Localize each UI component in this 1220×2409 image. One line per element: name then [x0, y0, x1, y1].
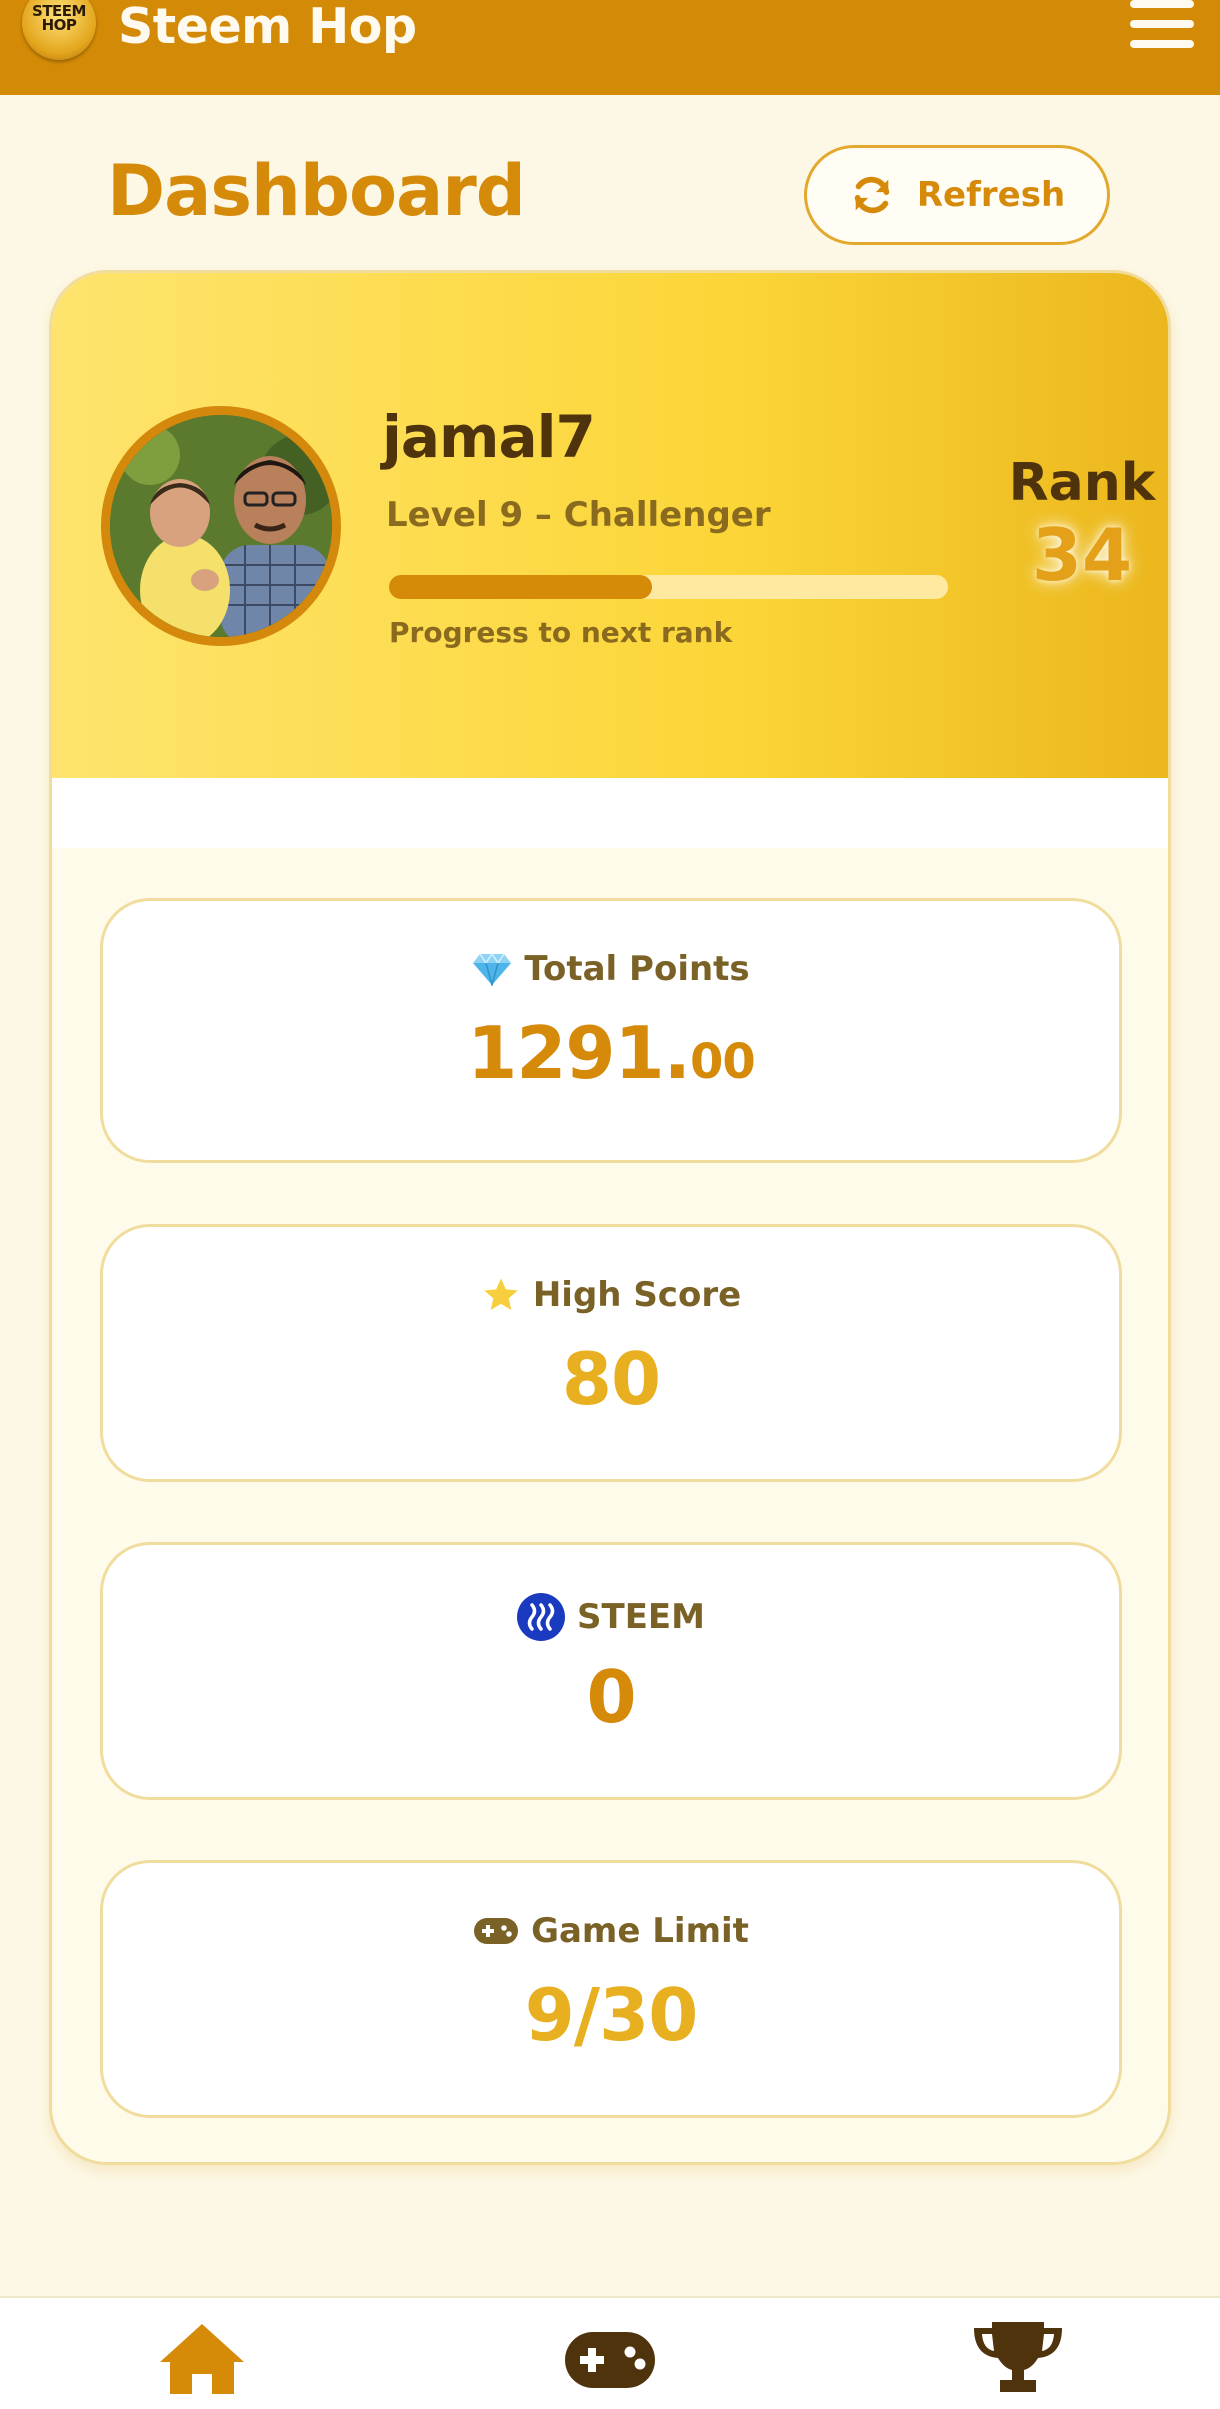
- hero-divider: [52, 778, 1168, 848]
- stat-value-game-limit: 9/30: [103, 1973, 1119, 2057]
- username: jamal7: [382, 403, 596, 471]
- stat-label: STEEM: [577, 1597, 705, 1637]
- hamburger-menu-icon[interactable]: [1130, 0, 1198, 52]
- stat-label: Total Points: [524, 949, 750, 989]
- app-logo[interactable]: STEEM HOP: [22, 0, 96, 60]
- trophy-icon: [974, 2322, 1062, 2392]
- rank-label: Rank: [1008, 453, 1156, 513]
- stat-card-steem: STEEM 0: [100, 1542, 1122, 1800]
- steem-icon: [517, 1593, 566, 1641]
- nav-games[interactable]: [550, 2318, 670, 2398]
- avatar[interactable]: [101, 406, 341, 646]
- nav-home[interactable]: [142, 2318, 262, 2398]
- nav-leaderboard[interactable]: [958, 2318, 1078, 2398]
- gamepad-icon: [565, 2332, 655, 2388]
- stat-value-total-points: 1291.00: [103, 1011, 1119, 1095]
- gem-icon: [473, 952, 512, 986]
- star-icon: [484, 1278, 518, 1310]
- stat-label: High Score: [532, 1275, 742, 1315]
- stat-value-main: 9/30: [524, 1973, 699, 2057]
- page-title: Dashboard: [107, 150, 526, 232]
- home-icon: [160, 2324, 244, 2394]
- refresh-icon: [854, 176, 890, 214]
- stat-value-main: 1291.: [467, 1011, 691, 1095]
- refresh-button[interactable]: Refresh: [804, 145, 1110, 245]
- logo-text-line2: HOP: [41, 16, 77, 34]
- bottom-navigation: [0, 2296, 1220, 2409]
- top-bar: STEEM HOP Steem Hop: [0, 0, 1220, 95]
- rank-progress-bar: [389, 575, 948, 599]
- stat-value-decimal: 00: [689, 1034, 756, 1090]
- stat-card-game-limit: Game Limit 9/30: [100, 1860, 1122, 2118]
- gamepad-icon: [474, 1918, 519, 1944]
- stat-label: Game Limit: [531, 1911, 749, 1951]
- avatar-photo: [110, 415, 332, 637]
- rank-value: 34: [1031, 513, 1133, 597]
- stat-value-main: 0: [586, 1655, 636, 1739]
- stat-value-steem: 0: [103, 1655, 1119, 1739]
- level-text: Level 9 – Challenger: [386, 495, 771, 535]
- stat-card-high-score: High Score 80: [100, 1224, 1122, 1482]
- rank-progress-fill: [389, 575, 652, 599]
- app-title: Steem Hop: [118, 0, 417, 55]
- progress-label: Progress to next rank: [389, 616, 733, 649]
- dashboard-card: jamal7 Level 9 – Challenger Progress to …: [49, 270, 1171, 2165]
- stat-card-total-points: Total Points 1291.00: [100, 898, 1122, 1163]
- stat-value-high-score: 80: [103, 1337, 1119, 1421]
- stat-value-main: 80: [561, 1337, 661, 1421]
- profile-hero: jamal7 Level 9 – Challenger Progress to …: [52, 273, 1168, 778]
- refresh-label: Refresh: [916, 175, 1066, 215]
